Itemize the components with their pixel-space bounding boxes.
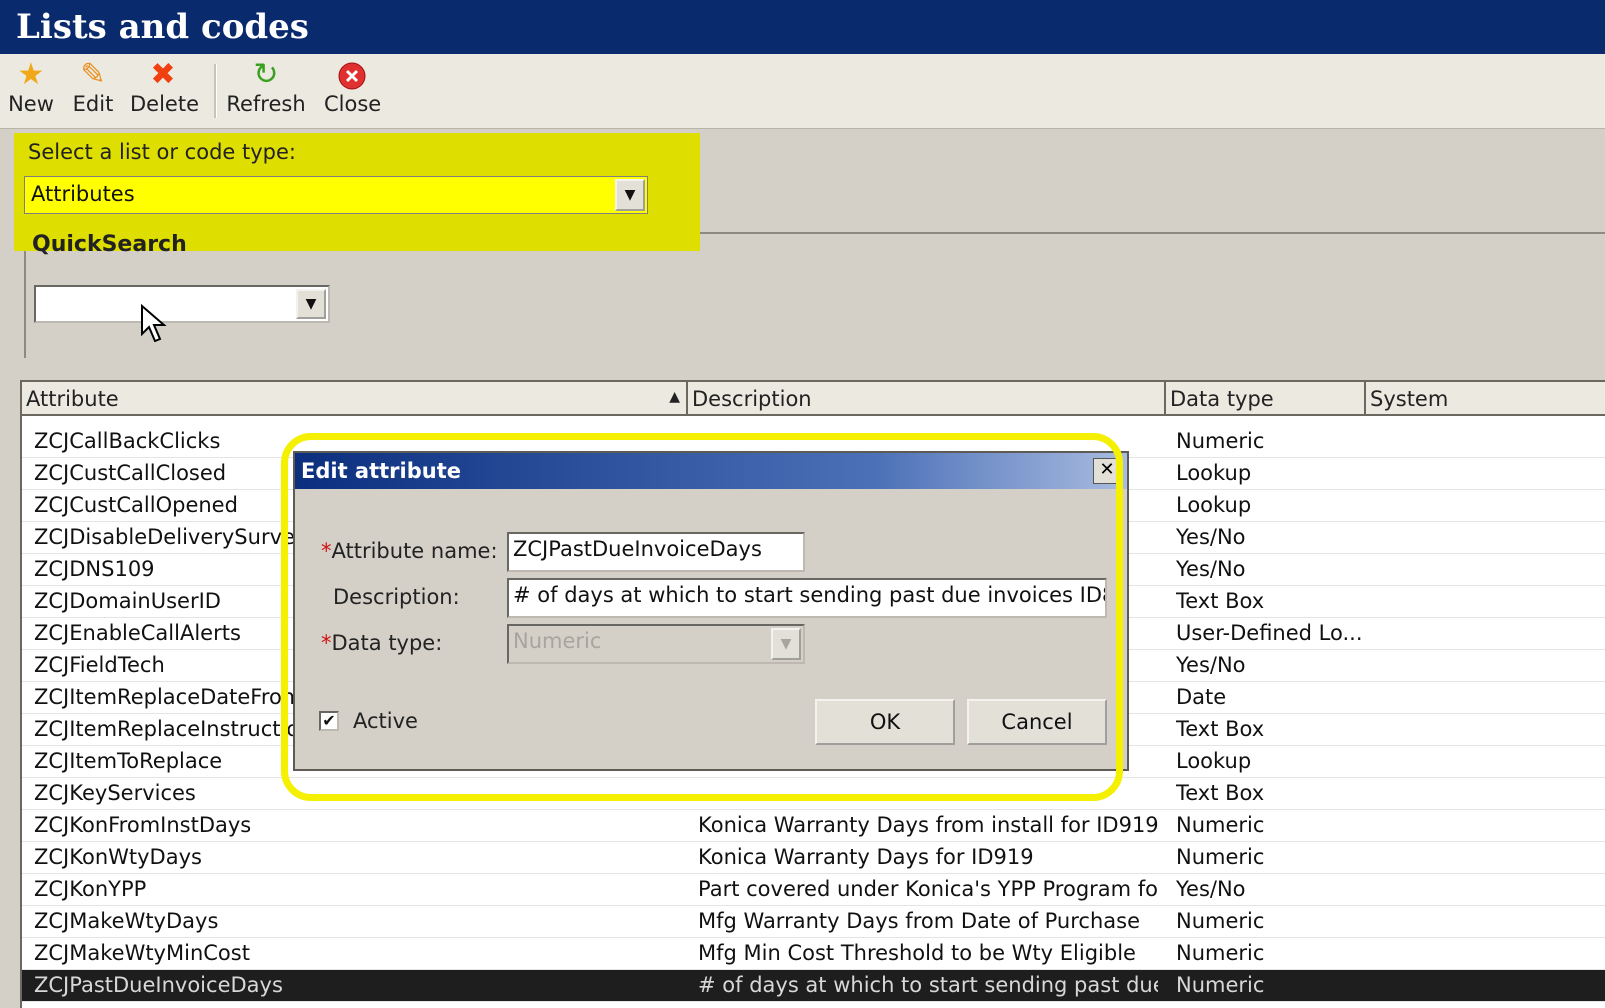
close-button[interactable]: Close (324, 58, 382, 116)
table-row[interactable]: ZCJMakeWtyMinCost Mfg Min Cost Threshold … (22, 938, 1605, 970)
chevron-down-icon: ▼ (771, 628, 801, 660)
selector-label: Select a list or code type: (28, 140, 296, 164)
red-x-icon: ✖ (150, 57, 176, 92)
pencil-icon: ✎ (80, 57, 106, 92)
cancel-button[interactable]: Cancel (967, 699, 1107, 745)
table-row[interactable]: ZCJKonWtyDays Konica Warranty Days for ID… (22, 842, 1605, 874)
description-input[interactable]: # of days at which to start sending past… (507, 578, 1107, 618)
window-title: Lists and codes (0, 0, 1605, 54)
attribute-name-input[interactable]: ZCJPastDueInvoiceDays (507, 532, 805, 572)
close-icon[interactable]: ✕ (1093, 458, 1121, 484)
active-checkbox[interactable]: ✔ (319, 711, 339, 731)
sort-ascending-icon: ▲ (669, 389, 680, 405)
star-icon: ★ (17, 57, 45, 92)
chevron-down-icon[interactable]: ▼ (615, 179, 645, 211)
mouse-cursor-icon (141, 304, 167, 343)
table-row[interactable]: ZCJKonYPP Part covered under Konica's YPP… (22, 874, 1605, 906)
delete-label: Delete (130, 92, 199, 116)
quicksearch-input[interactable]: ▼ (34, 285, 330, 323)
chevron-down-icon[interactable]: ▼ (296, 289, 326, 319)
toolbar-separator (214, 64, 217, 118)
ok-button[interactable]: OK (815, 699, 955, 745)
table-row-selected[interactable]: ZCJPastDueInvoiceDays # of days at which … (22, 970, 1605, 1002)
close-label: Close (324, 92, 382, 116)
column-header-data-type[interactable]: Data type (1166, 382, 1366, 416)
edit-button[interactable]: ✎ Edit (70, 57, 116, 117)
active-label: Active (353, 709, 418, 733)
table-row[interactable]: ZCJMakeWtyDays Mfg Warranty Days from Dat… (22, 906, 1605, 938)
edit-attribute-dialog: Edit attribute ✕ *Attribute name: ZCJPas… (293, 451, 1129, 771)
toolbar: ★ New ✎ Edit ✖ Delete ↻ Refresh Close (0, 54, 1605, 129)
data-type-label: *Data type: (321, 631, 443, 655)
refresh-icon: ↻ (253, 57, 279, 92)
refresh-button[interactable]: ↻ Refresh (226, 57, 306, 117)
refresh-label: Refresh (226, 92, 306, 116)
dialog-title: Edit attribute (295, 453, 1127, 489)
column-header-attribute[interactable]: Attribute ▲ (22, 382, 688, 416)
list-type-select[interactable]: Attributes ▼ (24, 176, 648, 214)
column-header-system[interactable]: System (1366, 382, 1605, 416)
attribute-name-label: *Attribute name: (321, 539, 498, 563)
table-row[interactable]: ZCJKonFromInstDays Konica Warranty Days f… (22, 810, 1605, 842)
partial-row (22, 416, 1605, 426)
table-row[interactable]: ZCJKeyServices Text Box (22, 778, 1605, 810)
data-type-select: Numeric ▼ (507, 624, 805, 664)
delete-button[interactable]: ✖ Delete (130, 57, 199, 117)
new-label: New (8, 92, 54, 116)
quicksearch-title: QuickSearch (32, 232, 187, 257)
column-header-description[interactable]: Description (688, 382, 1166, 416)
description-label: Description: (333, 585, 460, 609)
list-type-value: Attributes (31, 182, 135, 206)
edit-label: Edit (72, 92, 114, 116)
new-button[interactable]: ★ New (8, 57, 54, 117)
close-circle-icon (324, 58, 380, 92)
